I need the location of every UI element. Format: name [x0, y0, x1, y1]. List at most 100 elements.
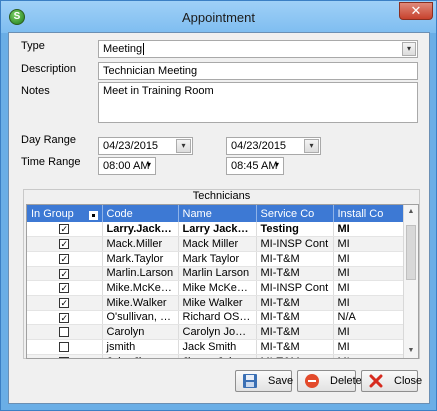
day-end-value: 04/23/2015	[231, 140, 287, 152]
chevron-down-icon[interactable]: ▾	[176, 139, 191, 153]
table-row[interactable]: ✓ Mike.McKenzie Mike McKenzie MI-INSP Cont M…	[27, 280, 406, 296]
table-row[interactable]: ✓ O'sullivan, Richa...Richard OSulliva...…	[27, 310, 406, 326]
service-co-cell: Testing	[256, 222, 334, 238]
column-header-service-co[interactable]: Service Co	[256, 205, 334, 222]
install-co-cell: MI	[333, 295, 406, 311]
in-group-cell	[27, 339, 103, 355]
in-group-cell: ✓	[27, 310, 103, 326]
code-cell: O'sullivan, Richa...	[102, 310, 179, 326]
red-x-icon	[368, 373, 384, 389]
window-close-button[interactable]: ✕	[399, 2, 433, 20]
notes-textarea[interactable]: Meet in Training Room	[98, 82, 418, 123]
time-start-select[interactable]: 08:00 AM ▾	[98, 157, 156, 175]
install-co-cell: MI	[333, 354, 406, 358]
technicians-title: Technicians	[192, 190, 251, 202]
technicians-grid[interactable]: In Group Code Name Service Co Install Co…	[26, 204, 419, 359]
service-co-cell: MI-INSP Cont	[256, 280, 334, 296]
scroll-thumb[interactable]	[406, 225, 416, 280]
table-row[interactable]: CarolynCarolyn JohnsonMI-T&MMI	[27, 324, 406, 340]
install-co-cell: MI	[333, 222, 406, 238]
chevron-down-icon[interactable]: ▾	[304, 139, 319, 153]
table-row[interactable]: John.JimmyJimmy JohnMI-T&MMI	[27, 354, 406, 358]
install-co-cell: MI	[333, 236, 406, 252]
name-cell: Jimmy John	[178, 354, 257, 358]
appointment-window: S Appointment ✕ Type Meeting ▾ Descripti…	[0, 0, 437, 411]
scroll-down-icon[interactable]: ▼	[404, 344, 418, 358]
time-end-select[interactable]: 08:45 AM ▾	[226, 157, 284, 175]
in-group-checkbox[interactable]: ✓	[59, 268, 70, 279]
technicians-table: In Group Code Name Service Co Install Co…	[27, 205, 406, 358]
in-group-checkbox[interactable]: ✓	[59, 297, 70, 308]
name-cell: Mike McKenzie	[178, 280, 257, 296]
code-cell: Marlin.Larson	[102, 266, 179, 282]
in-group-checkbox[interactable]: ✓	[59, 312, 70, 323]
day-end-picker[interactable]: 04/23/2015 ▾	[226, 137, 321, 155]
install-co-cell: MI	[333, 266, 406, 282]
service-co-cell: MI-T&M	[256, 295, 334, 311]
dialog-body: Type Meeting ▾ Description Technician Me…	[8, 32, 430, 404]
column-header-code[interactable]: Code	[102, 205, 179, 222]
close-button[interactable]: Close	[361, 370, 422, 392]
column-header-install-co[interactable]: Install Co	[333, 205, 406, 222]
delete-button[interactable]: Delete	[297, 370, 362, 392]
scroll-up-icon[interactable]: ▲	[404, 205, 418, 219]
in-group-cell: ✓	[27, 280, 103, 296]
time-end-value: 08:45 AM	[231, 160, 278, 172]
table-row[interactable]: jsmith Jack Smith MI-T&M MI	[27, 339, 406, 355]
code-cell: Mike.McKenzie	[102, 280, 179, 296]
code-cell: Larry.Jackson	[102, 222, 179, 238]
in-group-checkbox[interactable]: ✓	[59, 239, 70, 250]
time-start-value: 08:00 AM	[103, 160, 150, 172]
table-row[interactable]: ✓ Larry.Jackson Larry Jackson Testing MI	[27, 222, 406, 238]
name-cell: Carolyn Johnson	[178, 324, 257, 340]
in-group-checkbox[interactable]	[59, 356, 70, 358]
in-group-checkbox[interactable]	[59, 341, 70, 352]
service-co-cell: MI-T&M	[256, 354, 334, 358]
description-input[interactable]: Technician Meeting	[98, 62, 418, 80]
chevron-down-icon[interactable]: ▾	[402, 42, 416, 56]
window-title: Appointment	[182, 10, 255, 25]
in-group-cell: ✓	[27, 266, 103, 282]
day-start-picker[interactable]: 04/23/2015 ▾	[98, 137, 193, 155]
save-label: Save	[268, 375, 294, 387]
type-value: Meeting	[103, 43, 143, 55]
install-co-cell: N/A	[333, 310, 406, 326]
install-co-cell: MI	[333, 339, 406, 355]
chevron-down-icon: ▾	[146, 160, 151, 169]
column-header-name[interactable]: Name	[178, 205, 257, 222]
select-all-checkbox-icon[interactable]	[88, 210, 98, 220]
table-row[interactable]: ✓ Mack.Miller Mack Miller MI-INSP Cont MI	[27, 236, 406, 252]
install-co-cell: MI	[333, 251, 406, 267]
service-co-cell: MI-T&M	[256, 324, 334, 340]
service-co-cell: MI-T&M	[256, 251, 334, 267]
vertical-scrollbar[interactable]: ▲ ▼	[403, 205, 418, 358]
save-button[interactable]: Save	[235, 370, 294, 392]
install-co-cell: MI	[333, 280, 406, 296]
table-row[interactable]: ✓ Marlin.Larson Marlin Larson MI-T&M MI	[27, 266, 406, 282]
service-co-cell: MI-T&M	[256, 339, 334, 355]
in-group-cell	[27, 354, 103, 358]
in-group-cell: ✓	[27, 295, 103, 311]
technicians-group: Technicians In Group Code Name Service C…	[23, 189, 420, 359]
code-cell: Mack.Miller	[102, 236, 179, 252]
code-cell: Mark.Taylor	[102, 251, 179, 267]
table-row[interactable]: ✓ Mike.Walker Mike Walker MI-T&M MI	[27, 295, 406, 311]
in-group-cell: ✓	[27, 222, 103, 238]
day-range-label: Day Range	[21, 134, 77, 146]
day-start-value: 04/23/2015	[103, 140, 159, 152]
code-cell: Carolyn	[102, 324, 179, 340]
title-bar[interactable]: S Appointment ✕	[1, 1, 436, 33]
in-group-checkbox[interactable]: ✓	[59, 283, 70, 294]
name-cell: Mike Walker	[178, 295, 257, 311]
time-range-label: Time Range	[21, 156, 81, 168]
in-group-checkbox[interactable]: ✓	[59, 224, 70, 235]
name-cell: Marlin Larson	[178, 266, 257, 282]
in-group-checkbox[interactable]: ✓	[59, 253, 70, 264]
in-group-checkbox[interactable]	[59, 327, 70, 338]
name-cell: Mack Miller	[178, 236, 257, 252]
column-header-in-group[interactable]: In Group	[27, 205, 103, 222]
name-cell: Larry Jackson	[178, 222, 257, 238]
install-co-cell: MI	[333, 324, 406, 340]
type-combobox[interactable]: Meeting ▾	[98, 40, 418, 58]
table-row[interactable]: ✓ Mark.Taylor Mark Taylor MI-T&M MI	[27, 251, 406, 267]
